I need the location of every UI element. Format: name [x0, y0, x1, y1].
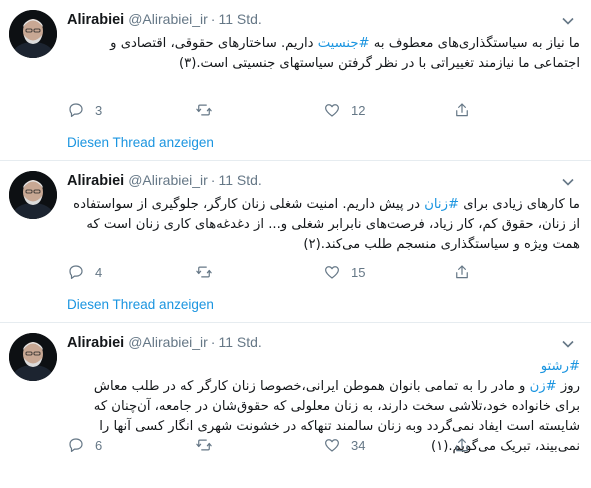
retweet-button[interactable]: [195, 100, 223, 120]
author-handle[interactable]: @Alirabiei_ir: [128, 11, 208, 27]
like-icon: [325, 266, 339, 279]
separator-dot: ·: [210, 334, 216, 350]
avatar[interactable]: [9, 333, 57, 381]
reply-count: 6: [95, 437, 103, 453]
share-icon: [456, 438, 468, 452]
reply-icon: [69, 438, 83, 452]
show-thread-link[interactable]: Diesen Thread anzeigen: [67, 135, 214, 150]
tweet-text-segment: روز: [556, 379, 580, 394]
hashtag-link[interactable]: #زنان: [424, 197, 459, 212]
caret-down-icon[interactable]: [561, 337, 575, 351]
tweet-header: Alirabiei @Alirabiei_ir · 11 Std.: [67, 334, 262, 354]
avatar[interactable]: [9, 10, 57, 58]
separator-dot: ·: [210, 172, 216, 188]
like-icon: [325, 439, 339, 452]
tweet-text: ما نیاز به سیاستگذاری‌های معطوف به #جنسی…: [67, 34, 580, 74]
avatar-image: [9, 10, 57, 58]
tweet-1[interactable]: Alirabiei @Alirabiei_ir · 11 Std. ما نیاز ب…: [0, 0, 591, 130]
like-count: 34: [351, 437, 366, 453]
tweet-text-segment: ما نیاز به سیاستگذاری‌های معطوف به: [369, 36, 580, 51]
thread-link-row: Diesen Thread anzeigen: [0, 130, 591, 160]
tweet-actions: 4 15: [67, 262, 580, 282]
reply-icon: [69, 265, 83, 279]
tweet-header: Alirabiei @Alirabiei_ir · 11 Std.: [67, 172, 262, 192]
retweet-icon: [196, 266, 212, 278]
retweet-icon: [196, 104, 212, 116]
tweet-text: ما کارهای زیادی برای #زنان در پیش داریم.…: [67, 195, 580, 255]
share-button[interactable]: [453, 435, 471, 455]
thread-link-row: Diesen Thread anzeigen: [0, 292, 591, 322]
author-handle[interactable]: @Alirabiei_ir: [128, 334, 208, 350]
caret-down-icon[interactable]: [561, 175, 575, 189]
like-count: 15: [351, 264, 366, 280]
like-button[interactable]: 12: [323, 100, 365, 120]
reply-button[interactable]: 4: [67, 262, 102, 282]
hashtag-link[interactable]: #زن: [530, 379, 557, 394]
tweet-actions: 3 12: [67, 100, 580, 120]
share-button[interactable]: [453, 262, 471, 282]
like-count: 12: [351, 102, 366, 118]
retweet-button[interactable]: [195, 435, 223, 455]
author-handle[interactable]: @Alirabiei_ir: [128, 172, 208, 188]
author-name[interactable]: Alirabiei: [67, 173, 124, 189]
reply-button[interactable]: 3: [67, 100, 102, 120]
retweet-button[interactable]: [195, 262, 223, 282]
like-button[interactable]: 15: [323, 262, 365, 282]
retweet-icon: [196, 439, 212, 451]
reply-icon: [69, 103, 83, 117]
show-thread-link[interactable]: Diesen Thread anzeigen: [67, 297, 214, 312]
hashtag-link[interactable]: #رشتو: [541, 359, 580, 374]
avatar-image: [9, 171, 57, 219]
tweet-actions: 6 34: [67, 435, 580, 455]
reply-count: 3: [95, 102, 103, 118]
separator-dot: ·: [210, 11, 216, 27]
like-button[interactable]: 34: [323, 435, 365, 455]
author-name[interactable]: Alirabiei: [67, 335, 124, 351]
timestamp[interactable]: 11 Std.: [218, 172, 261, 188]
tweet-3[interactable]: Alirabiei @Alirabiei_ir · 11 Std. #رشتو روز …: [0, 323, 591, 488]
tweet-2[interactable]: Alirabiei @Alirabiei_ir · 11 Std. ما کارهای…: [0, 161, 591, 292]
author-name[interactable]: Alirabiei: [67, 12, 124, 28]
reply-button[interactable]: 6: [67, 435, 102, 455]
avatar[interactable]: [9, 171, 57, 219]
reply-count: 4: [95, 264, 103, 280]
tweet-text-segment: ما کارهای زیادی برای: [459, 197, 580, 212]
caret-down-icon[interactable]: [561, 14, 575, 28]
tweet-header: Alirabiei @Alirabiei_ir · 11 Std.: [67, 11, 262, 31]
hashtag-link[interactable]: #جنسیت: [318, 36, 370, 51]
share-button[interactable]: [453, 100, 471, 120]
like-icon: [325, 104, 339, 117]
timestamp[interactable]: 11 Std.: [218, 334, 261, 350]
share-icon: [456, 103, 468, 117]
timestamp[interactable]: 11 Std.: [218, 11, 261, 27]
avatar-image: [9, 333, 57, 381]
share-icon: [456, 265, 468, 279]
